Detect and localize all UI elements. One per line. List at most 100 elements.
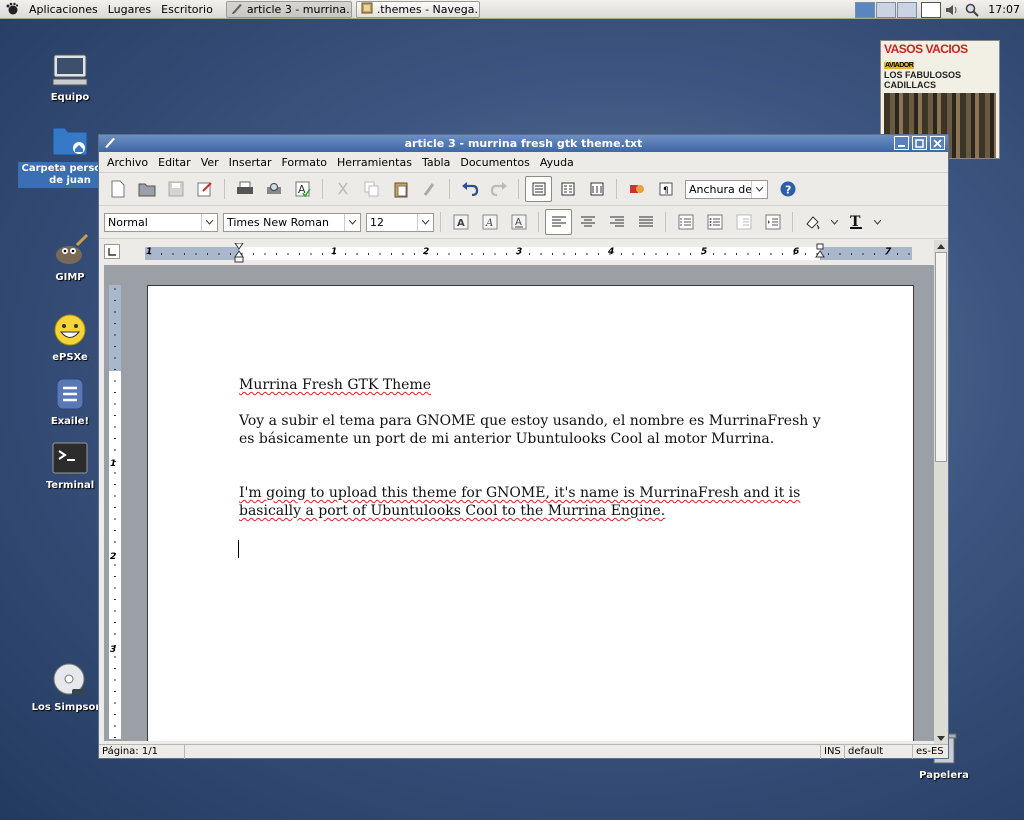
numbered-list-icon[interactable] bbox=[672, 209, 699, 235]
menu-ver[interactable]: Ver bbox=[196, 156, 224, 169]
menu-herramientas[interactable]: Herramientas bbox=[332, 156, 417, 169]
chevron-down-icon[interactable] bbox=[871, 209, 883, 235]
menu-documentos[interactable]: Documentos bbox=[455, 156, 534, 169]
bold-icon[interactable]: A bbox=[447, 209, 474, 235]
window-titlebar[interactable]: article 3 - murrina fresh gtk theme.txt bbox=[99, 135, 948, 152]
workspace-3[interactable] bbox=[897, 1, 918, 18]
menu-lugares[interactable]: Lugares bbox=[103, 0, 156, 19]
two-columns-icon[interactable] bbox=[554, 176, 581, 202]
chevron-down-icon[interactable] bbox=[828, 209, 840, 235]
increase-indent-icon[interactable] bbox=[759, 209, 786, 235]
align-right-icon[interactable] bbox=[603, 209, 630, 235]
desktop-icon-equipo[interactable]: Equipo bbox=[22, 50, 118, 104]
album-title: VASOS VACIOS bbox=[884, 42, 968, 56]
menu-tabla[interactable]: Tabla bbox=[417, 156, 455, 169]
font-size-select[interactable]: 12 bbox=[366, 212, 434, 232]
gnome-foot-icon[interactable] bbox=[4, 1, 20, 17]
print-icon[interactable] bbox=[231, 176, 258, 202]
left-indent-marker[interactable] bbox=[234, 243, 244, 263]
open-folder-icon[interactable] bbox=[133, 176, 160, 202]
clone-format-icon[interactable] bbox=[416, 176, 443, 202]
paragraph-style-select[interactable]: Normal bbox=[104, 212, 218, 232]
ruler-number: 3 bbox=[110, 645, 117, 655]
menu-escritorio[interactable]: Escritorio bbox=[156, 0, 218, 19]
menu-formato[interactable]: Formato bbox=[277, 156, 333, 169]
desktop-icon-label: Equipo bbox=[50, 92, 90, 103]
paste-icon[interactable] bbox=[387, 176, 414, 202]
insert-field-icon[interactable]: ¶ bbox=[652, 176, 679, 202]
taskbar-item-label: article 3 - murrina... bbox=[246, 2, 352, 16]
doc-heading-text: Murrina Fresh GTK Theme bbox=[239, 377, 432, 393]
toolbar-separator bbox=[538, 212, 539, 232]
redo-icon[interactable] bbox=[485, 176, 512, 202]
language[interactable]: es-ES bbox=[913, 745, 948, 759]
new-document-icon[interactable] bbox=[104, 176, 131, 202]
desktop-icon-label: Papelera bbox=[919, 770, 969, 781]
justify-icon[interactable] bbox=[632, 209, 659, 235]
help-icon[interactable]: ? bbox=[774, 176, 801, 202]
align-center-icon[interactable] bbox=[574, 209, 601, 235]
standard-toolbar: A ¶ Anchura de ? bbox=[99, 173, 948, 206]
insert-mode[interactable]: INS bbox=[821, 745, 845, 759]
bullet-list-icon[interactable] bbox=[701, 209, 728, 235]
minimize-button[interactable] bbox=[894, 136, 909, 150]
volume-icon[interactable] bbox=[944, 2, 960, 18]
desktop-icon-label: Los Simpsons bbox=[31, 702, 109, 713]
decrease-indent-icon[interactable] bbox=[730, 209, 757, 235]
italic-icon[interactable]: A bbox=[476, 209, 503, 235]
font-color-icon[interactable]: T bbox=[842, 209, 869, 235]
zoom-select[interactable]: Anchura de bbox=[685, 179, 768, 199]
scroll-down-icon[interactable] bbox=[934, 732, 948, 744]
font-size-value: 12 bbox=[370, 215, 384, 229]
search-icon[interactable] bbox=[964, 2, 980, 18]
save-as-icon[interactable] bbox=[191, 176, 218, 202]
writer-icon bbox=[231, 2, 243, 17]
clock[interactable]: 17:07 bbox=[982, 3, 1024, 16]
insert-shapes-icon[interactable] bbox=[623, 176, 650, 202]
font-family-select[interactable]: Times New Roman bbox=[223, 212, 361, 232]
workspace-2[interactable] bbox=[876, 1, 897, 18]
document-page[interactable]: Murrina Fresh GTK Theme Voy a subir el t… bbox=[147, 285, 914, 741]
terminal-icon bbox=[50, 438, 90, 478]
horizontal-ruler[interactable]: 1 1 2 3 4 5 6 7 bbox=[145, 243, 912, 263]
taskbar-item-label: .themes - Navega... bbox=[376, 2, 480, 16]
taskbar-item-writer[interactable]: article 3 - murrina... bbox=[225, 0, 352, 18]
window-menu-icon[interactable] bbox=[103, 136, 116, 152]
save-icon[interactable] bbox=[162, 176, 189, 202]
three-columns-icon[interactable] bbox=[583, 176, 610, 202]
status-bar: Página: 1/1 INS default es-ES bbox=[99, 744, 948, 759]
scrollbar-thumb[interactable] bbox=[935, 252, 947, 462]
menu-aplicaciones[interactable]: Aplicaciones bbox=[24, 0, 103, 19]
zoom-select-value: Anchura de bbox=[689, 182, 751, 196]
menu-editar[interactable]: Editar bbox=[153, 156, 196, 169]
cut-icon[interactable] bbox=[329, 176, 356, 202]
menu-insertar[interactable]: Insertar bbox=[224, 156, 277, 169]
right-indent-marker[interactable] bbox=[815, 243, 825, 263]
toolbar-separator bbox=[616, 179, 617, 199]
vertical-scrollbar[interactable] bbox=[934, 240, 948, 744]
tab-stop-selector[interactable] bbox=[104, 244, 120, 259]
spellcheck-icon[interactable]: A bbox=[289, 176, 316, 202]
toolbar-separator bbox=[792, 212, 793, 232]
paragraph-style-value: Normal bbox=[108, 215, 148, 229]
underline-icon[interactable]: A bbox=[505, 209, 532, 235]
folder-icon bbox=[361, 2, 373, 17]
print-preview-icon[interactable] bbox=[260, 176, 287, 202]
page-count: Página: 1/1 bbox=[99, 745, 185, 759]
close-button[interactable] bbox=[930, 136, 945, 150]
menu-ayuda[interactable]: Ayuda bbox=[535, 156, 579, 169]
taskbar-item-navegador[interactable]: .themes - Navega... bbox=[355, 0, 480, 18]
maximize-button[interactable] bbox=[912, 136, 927, 150]
doc-paragraph-en: I'm going to upload this theme for GNOME… bbox=[239, 484, 829, 520]
menu-archivo[interactable]: Archivo bbox=[102, 156, 153, 169]
vertical-ruler[interactable]: 1 2 3 bbox=[109, 285, 121, 739]
scroll-up-icon[interactable] bbox=[934, 240, 948, 252]
align-left-icon[interactable] bbox=[545, 209, 572, 235]
copy-icon[interactable] bbox=[358, 176, 385, 202]
undo-icon[interactable] bbox=[456, 176, 483, 202]
highlight-color-icon[interactable] bbox=[799, 209, 826, 235]
workspace-4[interactable] bbox=[921, 1, 942, 18]
single-column-icon[interactable] bbox=[525, 176, 552, 202]
workspace-1[interactable] bbox=[855, 1, 876, 18]
toolbar-separator bbox=[449, 179, 450, 199]
